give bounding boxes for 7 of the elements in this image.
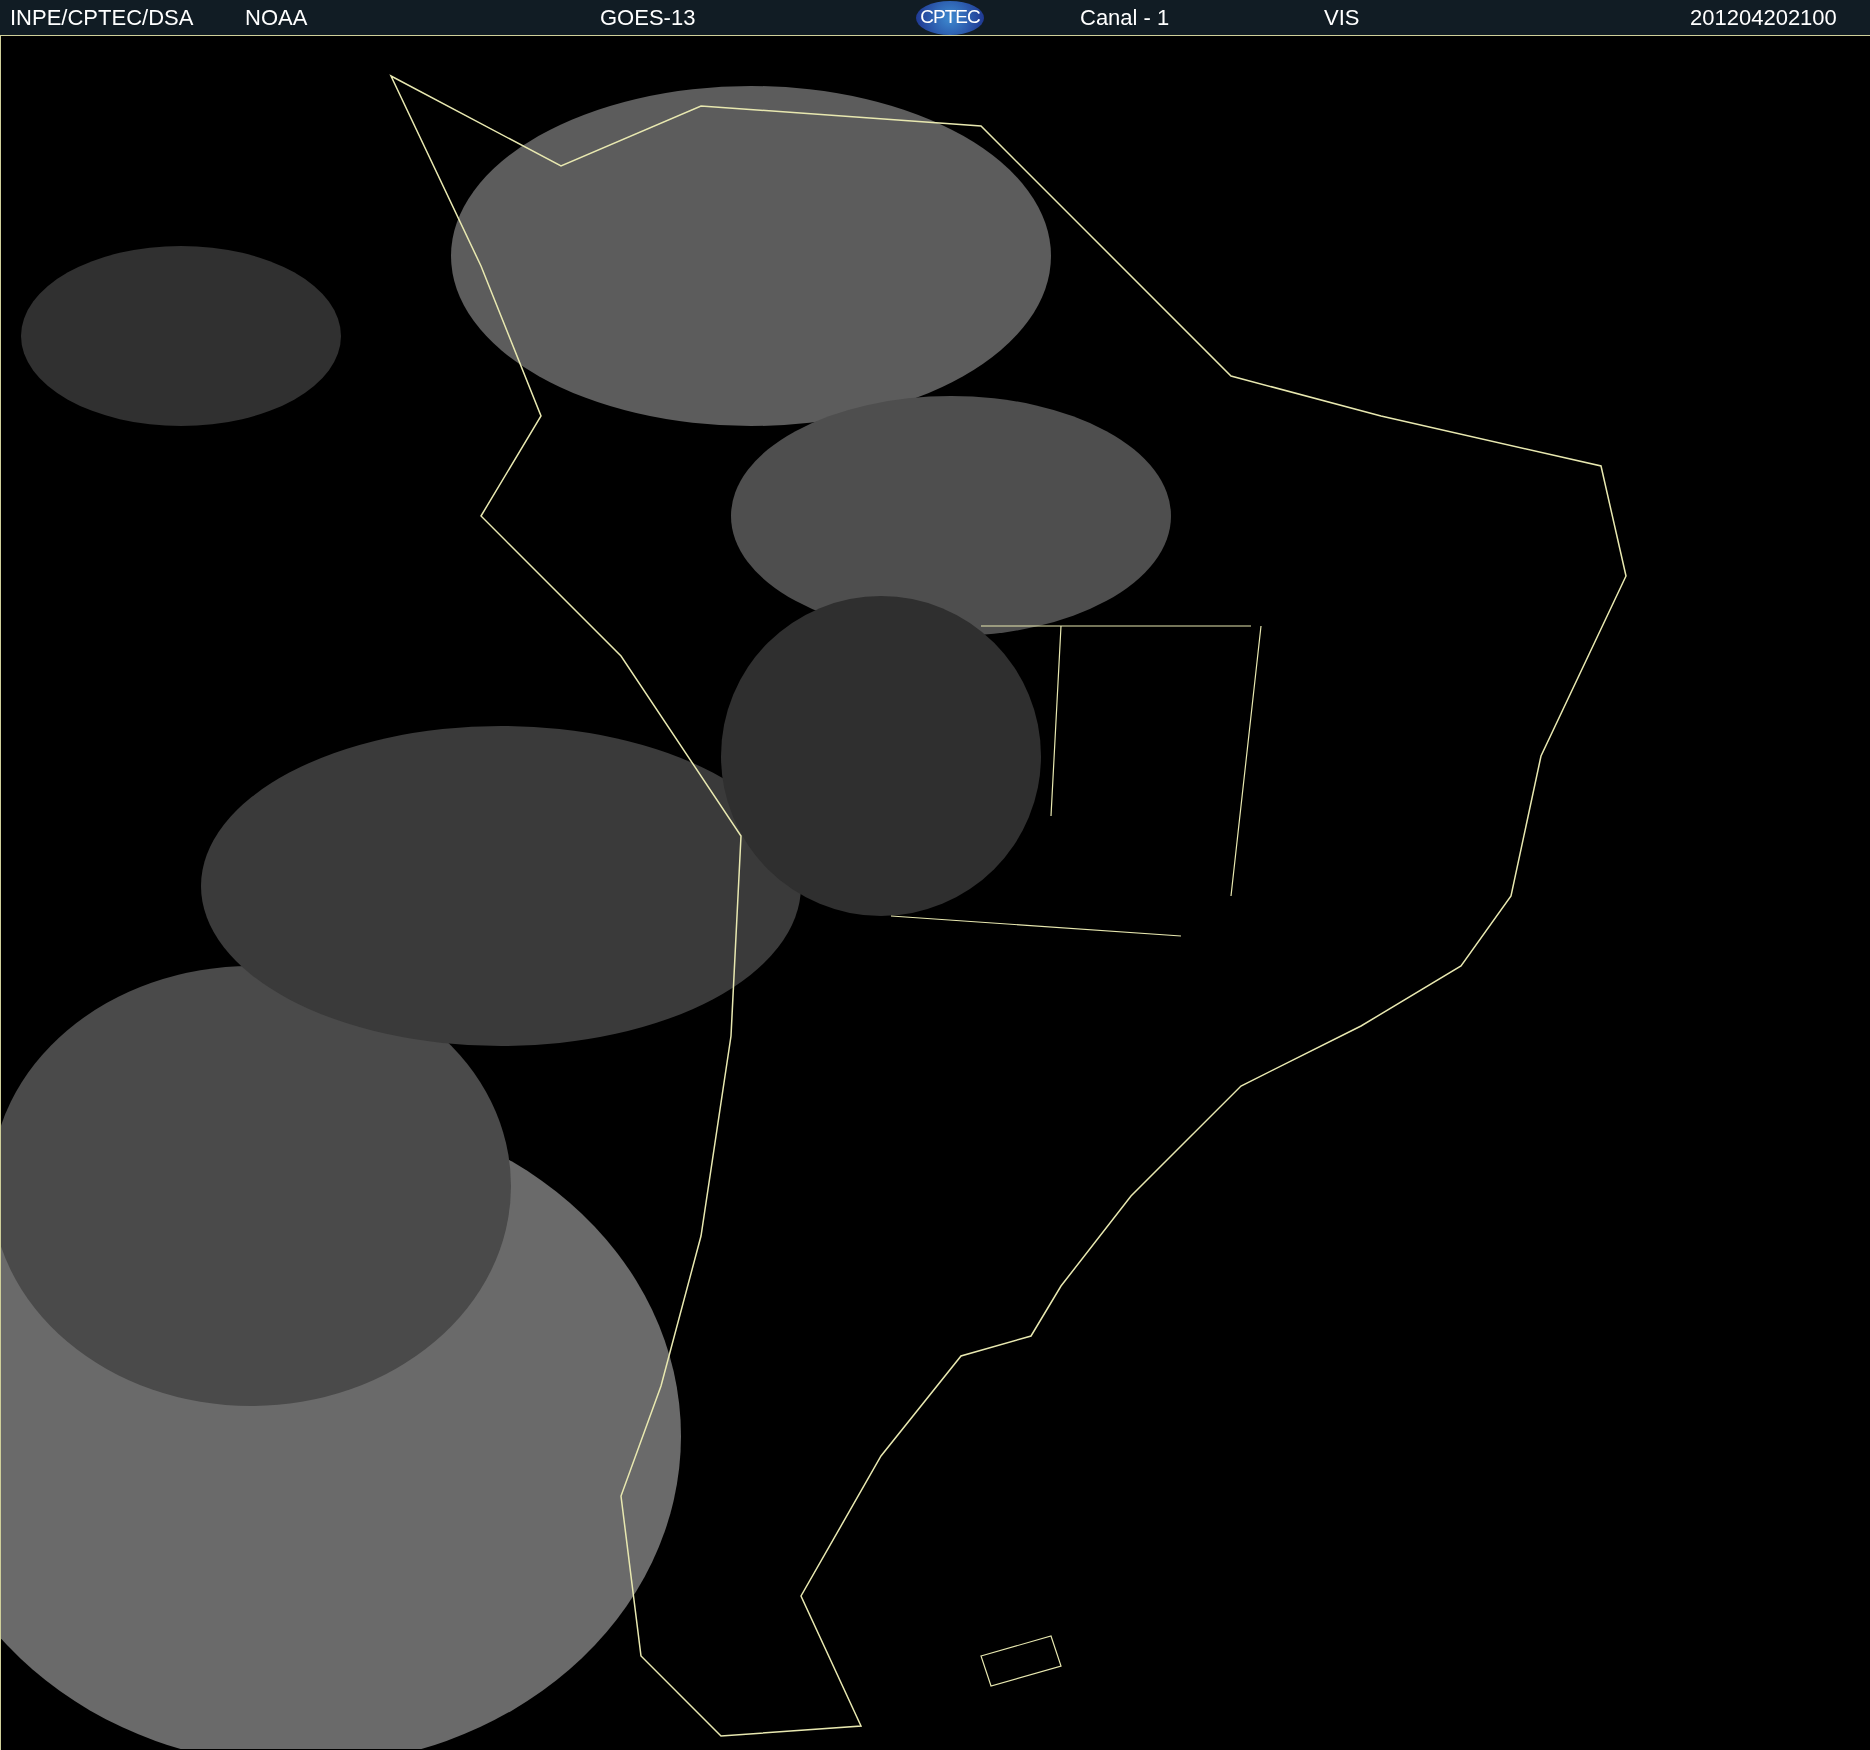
satellite-label: GOES-13 (600, 4, 697, 32)
agency-label: NOAA (245, 4, 309, 32)
source-label: INPE/CPTEC/DSA (10, 4, 195, 32)
channel-label: Canal - 1 (1080, 4, 1171, 32)
timestamp-label: 201204202100 (1690, 4, 1837, 32)
band-label: VIS (1324, 4, 1361, 32)
logo: CPTEC (916, 0, 984, 35)
